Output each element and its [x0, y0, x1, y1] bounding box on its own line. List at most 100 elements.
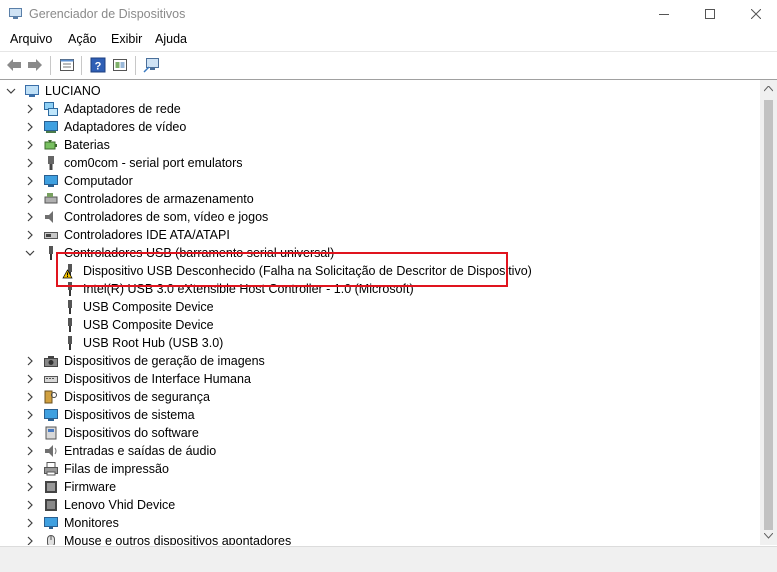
forward-arrow-icon — [28, 59, 42, 71]
software-device-icon — [45, 426, 57, 440]
tree-category[interactable]: Baterias — [0, 136, 760, 154]
monitor-icon — [44, 517, 58, 529]
chevron-right-icon[interactable] — [25, 536, 35, 545]
tree-device[interactable]: USB Composite Device — [0, 316, 760, 334]
close-icon — [751, 9, 761, 19]
chevron-right-icon[interactable] — [25, 194, 35, 204]
chevron-right-icon[interactable] — [25, 410, 35, 420]
chevron-right-icon[interactable] — [25, 500, 35, 510]
close-button[interactable] — [733, 0, 777, 28]
chevron-right-icon[interactable] — [25, 356, 35, 366]
tree-root[interactable]: LUCIANO — [0, 82, 760, 100]
tree-item-label: Firmware — [64, 480, 117, 494]
tree-item-label: Filas de impressão — [64, 462, 169, 476]
tree-item-label: Adaptadores de vídeo — [64, 120, 187, 134]
tree-category[interactable]: Lenovo Vhid Device — [0, 496, 760, 514]
tree-item-label: Baterias — [64, 138, 110, 152]
menu-ajuda[interactable]: Ajuda — [155, 32, 187, 46]
tree-item-label: Dispositivos de geração de imagens — [64, 354, 265, 368]
tree-category[interactable]: Dispositivos de segurança — [0, 388, 760, 406]
storage-controller-icon — [44, 193, 58, 204]
tree-category[interactable]: Mouse e outros dispositivos apontadores — [0, 532, 760, 545]
back-button[interactable] — [5, 56, 23, 74]
menu-arquivo[interactable]: Arquivo — [10, 32, 52, 46]
highlight-box — [56, 252, 508, 287]
tree-item-label: Entradas e saídas de áudio — [64, 444, 217, 458]
chevron-right-icon[interactable] — [25, 392, 35, 402]
window-title: Gerenciador de Dispositivos — [29, 7, 186, 21]
help-button[interactable]: ? — [89, 56, 107, 74]
chevron-down-icon[interactable] — [25, 248, 35, 258]
minimize-icon — [659, 14, 669, 15]
tree-category[interactable]: Dispositivos de sistema — [0, 406, 760, 424]
tree-category[interactable]: Controladores de armazenamento — [0, 190, 760, 208]
tree-item-label: Dispositivos de Interface Humana — [64, 372, 251, 386]
audio-io-icon — [45, 445, 57, 457]
tree-device[interactable]: USB Root Hub (USB 3.0) — [0, 334, 760, 352]
tree-item-label: Computador — [64, 174, 133, 188]
tree-category[interactable]: Controladores IDE ATA/ATAPI — [0, 226, 760, 244]
properties-icon — [60, 59, 74, 71]
toolbar-divider — [50, 56, 51, 75]
update-driver-button[interactable] — [111, 56, 129, 74]
tree-category[interactable]: Dispositivos de Interface Humana — [0, 370, 760, 388]
maximize-button[interactable] — [687, 0, 733, 28]
tree-item-label: Dispositivos do software — [64, 426, 199, 440]
chevron-right-icon[interactable] — [25, 122, 35, 132]
svg-text:?: ? — [95, 61, 102, 73]
chevron-right-icon[interactable] — [25, 446, 35, 456]
tree-item-label: com0com - serial port emulators — [64, 156, 243, 170]
tree-item-label: Lenovo Vhid Device — [64, 498, 176, 512]
tree-category[interactable]: Firmware — [0, 478, 760, 496]
usb-icon — [68, 318, 72, 332]
tree-category[interactable]: Dispositivos do software — [0, 424, 760, 442]
tree-category[interactable]: Adaptadores de vídeo — [0, 118, 760, 136]
tree-category[interactable]: Entradas e saídas de áudio — [0, 442, 760, 460]
chevron-right-icon[interactable] — [25, 518, 35, 528]
chevron-right-icon[interactable] — [25, 464, 35, 474]
battery-icon — [44, 140, 57, 150]
tree-item-label: Controladores de som, vídeo e jogos — [64, 210, 269, 224]
ide-controller-icon — [44, 232, 58, 239]
tree-category[interactable]: Computador — [0, 172, 760, 190]
tree-category[interactable]: Filas de impressão — [0, 460, 760, 478]
tree-device[interactable]: USB Composite Device — [0, 298, 760, 316]
vertical-scrollbar[interactable] — [760, 80, 777, 545]
display-adapter-icon — [44, 121, 58, 133]
tree-item-label: USB Composite Device — [83, 318, 214, 332]
chevron-down-icon[interactable] — [6, 86, 16, 96]
toolbar-divider — [81, 56, 82, 75]
tree-category[interactable]: Controladores de som, vídeo e jogos — [0, 208, 760, 226]
chevron-right-icon[interactable] — [25, 230, 35, 240]
tree-item-label: Adaptadores de rede — [64, 102, 181, 116]
chevron-right-icon[interactable] — [25, 374, 35, 384]
properties-button[interactable] — [58, 56, 76, 74]
printer-icon — [44, 462, 58, 476]
minimize-button[interactable] — [641, 0, 687, 28]
tree-item-label: Monitores — [64, 516, 119, 530]
device-tree[interactable]: LUCIANO Adaptadores de rede Adaptadores de… — [0, 80, 760, 545]
chevron-right-icon[interactable] — [25, 428, 35, 438]
scroll-down-icon[interactable] — [764, 533, 773, 539]
tree-category[interactable]: Monitores — [0, 514, 760, 532]
scroll-up-icon[interactable] — [764, 86, 773, 92]
tree-category[interactable]: com0com - serial port emulators — [0, 154, 760, 172]
menu-acao[interactable]: Ação — [68, 32, 97, 46]
chevron-right-icon[interactable] — [25, 482, 35, 492]
chevron-right-icon[interactable] — [25, 176, 35, 186]
chevron-right-icon[interactable] — [25, 104, 35, 114]
forward-button[interactable] — [26, 56, 44, 74]
scan-hardware-button[interactable] — [143, 56, 161, 74]
speaker-icon — [45, 211, 53, 223]
scrollbar-thumb[interactable] — [764, 100, 773, 530]
tree-category[interactable]: Adaptadores de rede — [0, 100, 760, 118]
tree-item-label: USB Root Hub (USB 3.0) — [83, 336, 224, 350]
camera-icon — [44, 356, 58, 367]
chevron-right-icon[interactable] — [25, 140, 35, 150]
chevron-right-icon[interactable] — [25, 158, 35, 168]
tree-category[interactable]: Dispositivos de geração de imagens — [0, 352, 760, 370]
maximize-icon — [705, 9, 715, 19]
menu-exibir[interactable]: Exibir — [111, 32, 142, 46]
usb-icon — [68, 300, 72, 314]
chevron-right-icon[interactable] — [25, 212, 35, 222]
